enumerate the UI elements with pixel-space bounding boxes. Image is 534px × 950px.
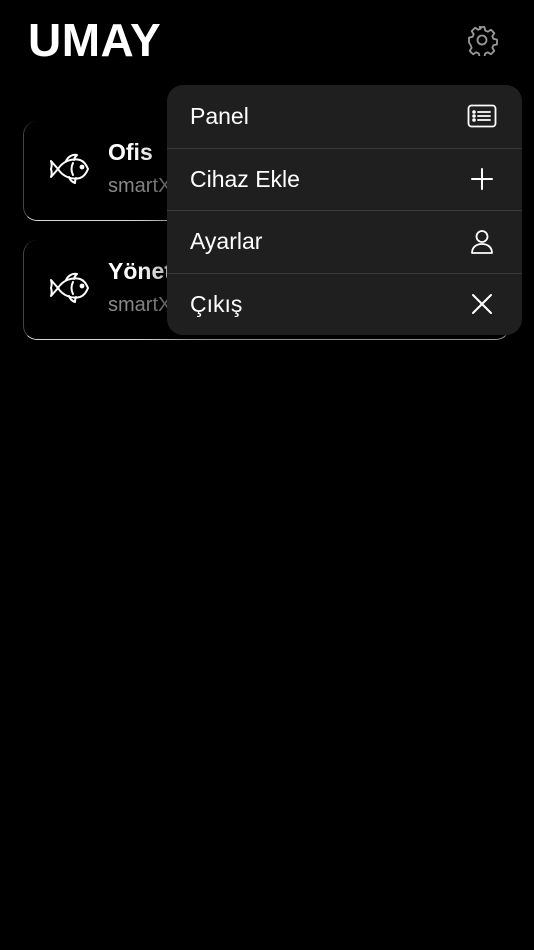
menu-item-label: Ayarlar (190, 228, 263, 255)
menu-item-label: Panel (190, 102, 249, 129)
menu-item-settings[interactable]: Ayarlar (167, 210, 522, 273)
close-icon (466, 288, 498, 320)
person-icon (466, 226, 498, 258)
settings-button[interactable] (464, 22, 500, 58)
device-subtitle: smartX (108, 175, 172, 197)
fish-icon (50, 272, 89, 303)
list-icon (466, 100, 498, 132)
menu-item-add-device[interactable]: Cihaz Ekle (167, 147, 522, 211)
menu-item-label: Çıkış (190, 290, 243, 317)
menu-item-panel[interactable]: Panel (167, 85, 522, 148)
app-title: UMAY (28, 14, 162, 66)
plus-icon (466, 163, 498, 195)
device-subtitle: smartX (108, 294, 172, 316)
fish-icon (50, 153, 89, 184)
device-name: Ofis (108, 139, 153, 165)
device-name: Yönet (108, 258, 172, 284)
menu-item-logout[interactable]: Çıkış (167, 272, 522, 336)
gear-icon (468, 26, 498, 56)
dropdown-menu: Panel Cihaz Ekle Ayarlar Çıkış (167, 85, 522, 335)
menu-item-label: Cihaz Ekle (190, 165, 300, 192)
